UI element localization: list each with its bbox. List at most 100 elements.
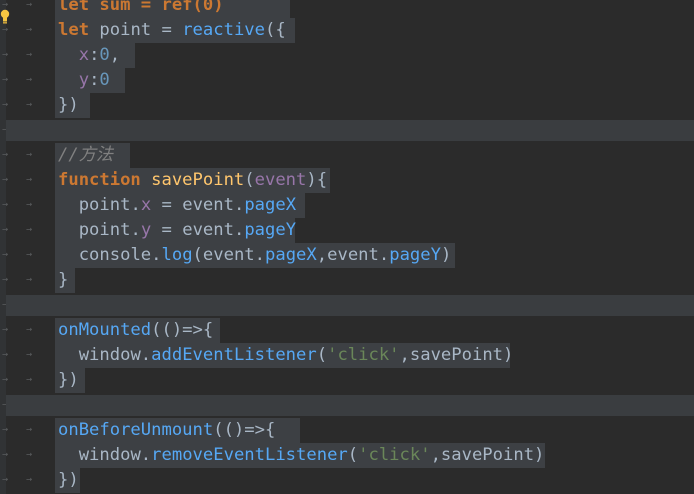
code-token: 'click' xyxy=(358,445,431,465)
code-line[interactable]: → →}) xyxy=(0,468,694,493)
indent-guide: → → xyxy=(2,224,39,235)
indent-guide: → → xyxy=(2,424,39,435)
code-text: window.removeEventListener('click',saveP… xyxy=(58,445,545,466)
code-line[interactable]: → → onMounted(()=>{ xyxy=(0,318,694,343)
code-token: onMounted xyxy=(58,320,152,340)
code-line[interactable]: → → let sum = ref(0) xyxy=(0,0,694,18)
code-token: . xyxy=(378,245,390,265)
code-line[interactable]: → → window.removeEventListener('click',s… xyxy=(0,443,694,468)
code-text: } xyxy=(58,270,68,291)
code-text: }) xyxy=(58,370,79,391)
code-token: , xyxy=(109,45,121,65)
code-line[interactable]: → → console.log(event.pageX,event.pageY) xyxy=(0,243,694,268)
code-token: . xyxy=(233,220,245,240)
code-line[interactable]: → →} xyxy=(0,268,694,293)
code-token: savePoint xyxy=(151,170,245,190)
indent-guide: → → xyxy=(2,149,39,160)
code-line[interactable]: → → point.y = event.pageY xyxy=(0,218,694,243)
code-text: let point = reactive({ xyxy=(58,20,286,41)
code-line[interactable]: → → x:0, xyxy=(0,43,694,68)
code-text: }) xyxy=(58,470,79,491)
lightbulb-icon[interactable] xyxy=(0,9,12,27)
code-editor[interactable]: → → let sum = ref(0) → → let point = reacti… xyxy=(0,0,694,494)
code-token: point xyxy=(78,195,131,215)
code-token: pageX xyxy=(265,245,317,265)
code-line[interactable]: → → let point = reactive({ xyxy=(0,18,694,43)
code-token: event xyxy=(202,245,255,265)
code-text: x:0, xyxy=(58,45,120,66)
code-token: pageY xyxy=(389,245,441,265)
code-token: . xyxy=(151,245,162,265)
code-token: y xyxy=(140,220,152,240)
code-token: . xyxy=(130,195,141,215)
code-token: event xyxy=(182,195,234,215)
code-text: console.log(event.pageX,event.pageY) xyxy=(58,245,452,266)
code-token: x xyxy=(78,45,90,65)
code-line[interactable]: → → xyxy=(0,293,694,318)
indent-guide: → → xyxy=(2,199,39,210)
code-line[interactable]: → →}) xyxy=(0,93,694,118)
code-token: , xyxy=(316,245,328,265)
code-line[interactable]: → → xyxy=(0,393,694,418)
code-line[interactable]: → → function savePoint(event){ xyxy=(0,168,694,193)
code-token: removeEventListener xyxy=(151,445,348,465)
code-token: event xyxy=(327,245,379,265)
code-token: ,savePoint) xyxy=(430,445,545,465)
code-token: . xyxy=(233,195,245,215)
code-text: function savePoint(event){ xyxy=(58,170,327,191)
code-token: 0 xyxy=(99,70,110,90)
code-token: function xyxy=(58,170,152,190)
code-text: onMounted(()=>{ xyxy=(58,320,213,341)
code-line[interactable]: → → onBeforeUnmount(()=>{ xyxy=(0,418,694,443)
code-token: : xyxy=(89,45,100,65)
code-token: window xyxy=(78,445,141,465)
indent-guide: → → xyxy=(2,474,39,485)
code-token: (()=>{ xyxy=(213,420,276,440)
code-token: pageX xyxy=(244,195,297,215)
code-text: point.y = event.pageY xyxy=(58,220,296,241)
code-token: let xyxy=(58,20,100,40)
code-line[interactable]: → → //方法 xyxy=(0,143,694,168)
code-token: window xyxy=(78,345,141,365)
code-token: }) xyxy=(58,470,79,490)
indent-guide: → → xyxy=(2,274,39,285)
code-token: = xyxy=(151,220,183,240)
code-token: ( xyxy=(347,445,359,465)
code-token: ( xyxy=(192,245,203,265)
code-token: ) xyxy=(440,245,452,265)
selection-highlight xyxy=(6,395,694,416)
code-token: } xyxy=(58,270,69,290)
code-token: pageY xyxy=(244,220,297,240)
code-line[interactable]: → → window.addEventListener('click',save… xyxy=(0,343,694,368)
code-token: y xyxy=(78,70,90,90)
code-token: = xyxy=(151,20,183,40)
indent-guide: → → xyxy=(2,174,39,185)
code-token: event xyxy=(182,220,234,240)
code-token: . xyxy=(254,245,266,265)
code-token: console xyxy=(78,245,152,265)
code-text: //方法 xyxy=(58,145,113,166)
code-line[interactable]: → → xyxy=(0,118,694,143)
code-token: //方法 xyxy=(58,145,114,165)
code-token: ( xyxy=(244,170,255,190)
code-token: reactive xyxy=(182,20,265,40)
code-line[interactable]: → → point.x = event.pageX xyxy=(0,193,694,218)
code-token: event xyxy=(254,170,307,190)
code-token: . xyxy=(130,220,141,240)
code-token: x xyxy=(140,195,152,215)
code-line[interactable]: → → y:0 xyxy=(0,68,694,93)
code-token: point xyxy=(99,20,152,40)
code-token: : xyxy=(89,70,100,90)
indent-guide: → → xyxy=(2,324,39,335)
code-token: . xyxy=(140,445,152,465)
code-line[interactable]: → →}) xyxy=(0,368,694,393)
code-token: addEventListener xyxy=(151,345,317,365)
code-token: 0 xyxy=(99,45,110,65)
code-token: = xyxy=(151,195,183,215)
code-text: onBeforeUnmount(()=>{ xyxy=(58,420,275,441)
